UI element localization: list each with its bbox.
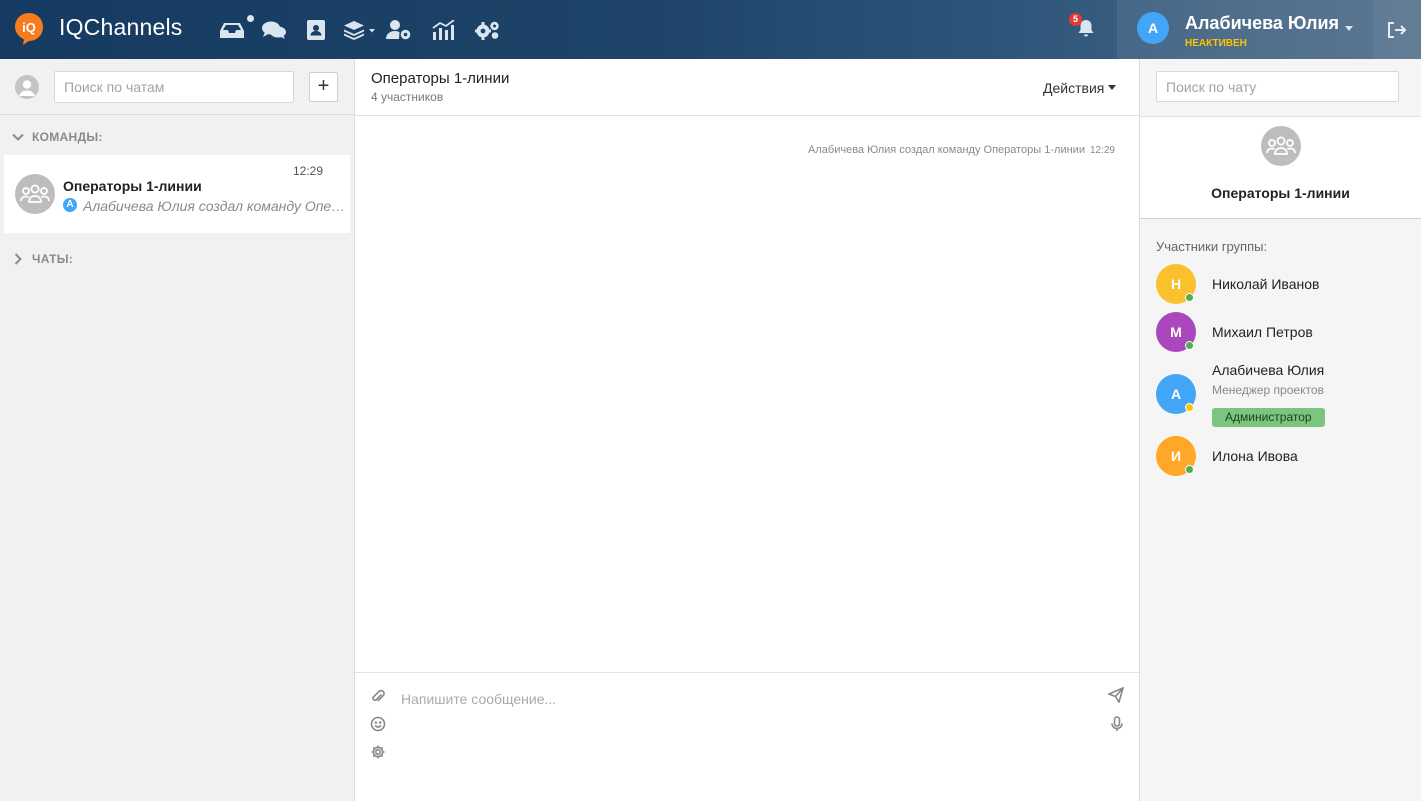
attach-icon[interactable] [370, 688, 386, 704]
group-name: Операторы 1-линии [1211, 185, 1350, 201]
section-chats-label: ЧАТЫ: [32, 252, 74, 266]
user-status: НЕАКТИВЕН [1185, 38, 1247, 49]
members-label: Участники группы: [1156, 239, 1268, 254]
operators-icon[interactable] [386, 17, 412, 43]
section-teams[interactable]: КОМАНДЫ: [0, 121, 354, 151]
notifications-count-badge: 5 [1069, 13, 1082, 26]
logout-button[interactable] [1373, 0, 1421, 59]
caret-down-icon [1108, 85, 1117, 90]
top-bar: iQ IQChannels 5 А Алабичева Юлия НЕАКТИВ… [0, 0, 1421, 59]
chats-icon[interactable] [261, 17, 287, 43]
member-item[interactable]: Н Николай Иванов [1156, 264, 1406, 304]
conversation-title: Операторы 1-линии [371, 70, 510, 87]
chevron-down-icon [1345, 26, 1353, 31]
settings-icon[interactable] [475, 17, 501, 43]
logout-icon [1388, 21, 1407, 38]
chat-list-sidebar: + КОМАНДЫ: Операторы 1-линии 12:29 А Ала… [0, 59, 355, 801]
system-message-text: Алабичева Юлия создал команду Операторы … [808, 144, 1085, 156]
member-name: Николай Иванов [1212, 276, 1320, 292]
author-avatar: А [63, 198, 77, 212]
send-icon[interactable] [1106, 686, 1125, 704]
chat-preview: Алабичева Юлия создал команду Операторы … [83, 198, 351, 214]
message-input[interactable] [401, 688, 1081, 710]
analytics-icon[interactable] [431, 17, 457, 43]
group-avatar [15, 174, 55, 214]
inbox-unread-dot [247, 15, 254, 22]
presence-online-dot [1185, 341, 1194, 350]
group-avatar [1261, 126, 1301, 166]
member-item[interactable]: М Михаил Петров [1156, 312, 1406, 352]
chat-time: 12:29 [293, 164, 324, 178]
member-item[interactable]: А Алабичева Юлия Менеджер проектов Админ… [1156, 362, 1406, 432]
chat-list-item[interactable]: Операторы 1-линии 12:29 А Алабичева Юлия… [4, 155, 351, 233]
microphone-icon[interactable] [1109, 716, 1125, 732]
chat-title: Операторы 1-линии [63, 178, 202, 194]
presence-away-dot [1185, 403, 1194, 412]
user-avatar: А [1137, 12, 1169, 44]
presence-online-dot [1185, 293, 1194, 302]
member-role: Менеджер проектов [1212, 383, 1324, 397]
iqchannels-logo[interactable]: iQ [14, 12, 44, 46]
group-info-panel: Операторы 1-линии Участники группы: Н Ни… [1140, 59, 1421, 801]
actions-label: Действия [1043, 80, 1105, 96]
add-chat-button[interactable]: + [309, 72, 338, 102]
sidebar-header: + [0, 59, 354, 115]
member-name: Алабичева Юлия [1212, 362, 1325, 378]
presence-online-dot [1185, 465, 1194, 474]
section-chats[interactable]: ЧАТЫ: [0, 243, 354, 273]
system-message: Алабичева Юлия создал команду Операторы … [808, 144, 1115, 156]
chat-search-input[interactable] [54, 71, 294, 103]
contacts-icon[interactable] [303, 17, 329, 43]
group-icon [20, 184, 50, 203]
system-message-time: 12:29 [1089, 145, 1115, 156]
member-name: Михаил Петров [1212, 324, 1313, 340]
chat-search-field[interactable] [1156, 71, 1399, 102]
message-composer [355, 672, 1139, 801]
layers-icon[interactable] [343, 17, 379, 43]
profile-avatar-icon[interactable] [15, 75, 39, 99]
user-name: Алабичева Юлия [1185, 13, 1340, 33]
chevron-right-icon [12, 252, 24, 270]
actions-dropdown[interactable]: Действия [1043, 80, 1117, 96]
section-teams-label: КОМАНДЫ: [32, 130, 103, 144]
admin-badge: Администратор [1212, 408, 1325, 427]
brand-name: IQChannels [59, 14, 183, 40]
group-icon [1266, 136, 1296, 155]
participants-count: 4 участников [371, 90, 444, 104]
chevron-down-icon [12, 130, 24, 148]
conversation-panel: Операторы 1-линии 4 участников Действия … [355, 59, 1140, 801]
member-name: Илона Ивова [1212, 448, 1298, 464]
conversation-header: Операторы 1-линии 4 участников Действия [355, 59, 1139, 116]
settings-icon[interactable] [370, 744, 386, 760]
member-item[interactable]: И Илона Ивова [1156, 436, 1406, 476]
user-menu[interactable]: А Алабичева Юлия НЕАКТИВЕН [1117, 0, 1373, 59]
group-header: Операторы 1-линии [1140, 116, 1421, 219]
inbox-icon[interactable] [219, 17, 245, 43]
emoji-icon[interactable] [370, 716, 386, 732]
svg-text:iQ: iQ [22, 20, 36, 35]
